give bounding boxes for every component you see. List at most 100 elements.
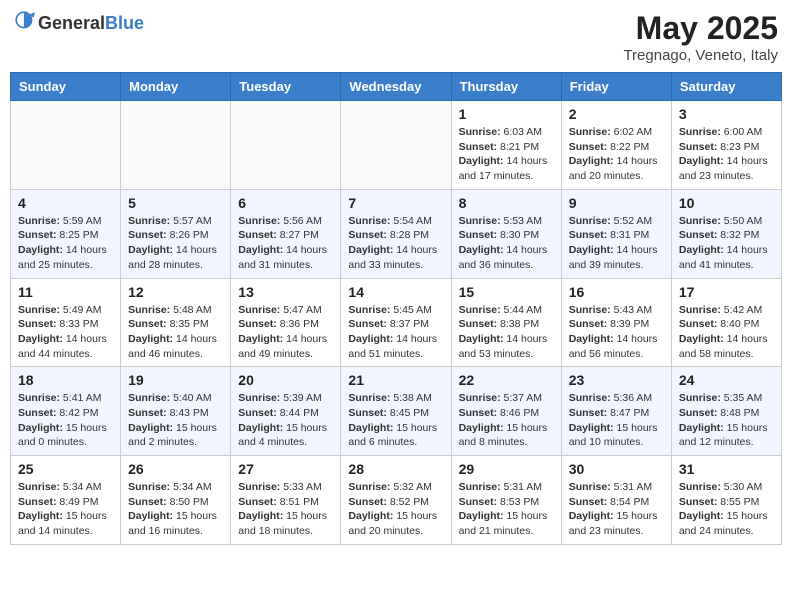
- calendar-cell: 7Sunrise: 5:54 AMSunset: 8:28 PMDaylight…: [341, 189, 451, 278]
- day-header-friday: Friday: [561, 73, 671, 101]
- day-header-wednesday: Wednesday: [341, 73, 451, 101]
- day-header-sunday: Sunday: [11, 73, 121, 101]
- calendar-cell: 18Sunrise: 5:41 AMSunset: 8:42 PMDayligh…: [11, 367, 121, 456]
- calendar-cell: 26Sunrise: 5:34 AMSunset: 8:50 PMDayligh…: [121, 456, 231, 545]
- day-info: Sunrise: 5:53 AMSunset: 8:30 PMDaylight:…: [459, 214, 554, 273]
- day-number: 15: [459, 284, 554, 300]
- logo: GeneralBlue: [14, 10, 144, 37]
- calendar-cell: 6Sunrise: 5:56 AMSunset: 8:27 PMDaylight…: [231, 189, 341, 278]
- location-title: Tregnago, Veneto, Italy: [623, 47, 778, 64]
- calendar-cell: 15 Sunrise: 5:44 AMSunset: 8:38 PMDayligh…: [451, 278, 561, 367]
- day-number: 25: [18, 461, 113, 477]
- day-info: Sunrise: 5:57 AMSunset: 8:26 PMDaylight:…: [128, 214, 223, 273]
- calendar-cell: 2 Sunrise: 6:02 AMSunset: 8:22 PMDaylight…: [561, 101, 671, 190]
- day-info: Sunrise: 5:34 AMSunset: 8:49 PMDaylight:…: [18, 480, 113, 539]
- day-number: 28: [348, 461, 443, 477]
- day-number: 17: [679, 284, 774, 300]
- calendar-cell: [231, 101, 341, 190]
- day-info: Sunrise: 6:02 AMSunset: 8:22 PMDaylight:…: [569, 125, 664, 184]
- day-number: 30: [569, 461, 664, 477]
- day-number: 8: [459, 195, 554, 211]
- calendar-cell: [11, 101, 121, 190]
- title-block: May 2025 Tregnago, Veneto, Italy: [623, 10, 778, 64]
- day-number: 14: [348, 284, 443, 300]
- day-info: Sunrise: 5:49 AMSunset: 8:33 PMDaylight:…: [18, 303, 113, 362]
- day-number: 23: [569, 372, 664, 388]
- calendar-cell: 24 Sunrise: 5:35 AMSunset: 8:48 PMDayligh…: [671, 367, 781, 456]
- day-info: Sunrise: 5:44 AMSunset: 8:38 PMDaylight:…: [459, 303, 554, 362]
- day-number: 20: [238, 372, 333, 388]
- calendar-table: SundayMondayTuesdayWednesdayThursdayFrid…: [10, 72, 782, 545]
- calendar-week-row: 11 Sunrise: 5:49 AMSunset: 8:33 PMDayligh…: [11, 278, 782, 367]
- day-number: 21: [348, 372, 443, 388]
- day-number: 9: [569, 195, 664, 211]
- calendar-cell: 28Sunrise: 5:32 AMSunset: 8:52 PMDayligh…: [341, 456, 451, 545]
- calendar-cell: 3 Sunrise: 6:00 AMSunset: 8:23 PMDaylight…: [671, 101, 781, 190]
- day-info: Sunrise: 6:00 AMSunset: 8:23 PMDaylight:…: [679, 125, 774, 184]
- day-info: Sunrise: 5:31 AMSunset: 8:54 PMDaylight:…: [569, 480, 664, 539]
- calendar-cell: [121, 101, 231, 190]
- day-number: 19: [128, 372, 223, 388]
- day-number: 6: [238, 195, 333, 211]
- day-number: 16: [569, 284, 664, 300]
- day-info: Sunrise: 5:52 AMSunset: 8:31 PMDaylight:…: [569, 214, 664, 273]
- day-number: 27: [238, 461, 333, 477]
- calendar-cell: 29 Sunrise: 5:31 AMSunset: 8:53 PMDayligh…: [451, 456, 561, 545]
- day-number: 13: [238, 284, 333, 300]
- calendar-cell: 27 Sunrise: 5:33 AMSunset: 8:51 PMDayligh…: [231, 456, 341, 545]
- calendar-cell: 9 Sunrise: 5:52 AMSunset: 8:31 PMDaylight…: [561, 189, 671, 278]
- day-number: 18: [18, 372, 113, 388]
- day-info: Sunrise: 5:50 AMSunset: 8:32 PMDaylight:…: [679, 214, 774, 273]
- logo-text-blue: Blue: [105, 13, 144, 33]
- day-info: Sunrise: 5:39 AMSunset: 8:44 PMDaylight:…: [238, 391, 333, 450]
- day-info: Sunrise: 5:43 AMSunset: 8:39 PMDaylight:…: [569, 303, 664, 362]
- calendar-week-row: 4 Sunrise: 5:59 AMSunset: 8:25 PMDaylight…: [11, 189, 782, 278]
- calendar-cell: 10Sunrise: 5:50 AMSunset: 8:32 PMDayligh…: [671, 189, 781, 278]
- day-info: Sunrise: 5:31 AMSunset: 8:53 PMDaylight:…: [459, 480, 554, 539]
- day-number: 29: [459, 461, 554, 477]
- calendar-cell: 20 Sunrise: 5:39 AMSunset: 8:44 PMDayligh…: [231, 367, 341, 456]
- calendar-cell: 1Sunrise: 6:03 AMSunset: 8:21 PMDaylight…: [451, 101, 561, 190]
- day-number: 12: [128, 284, 223, 300]
- calendar-cell: 11 Sunrise: 5:49 AMSunset: 8:33 PMDayligh…: [11, 278, 121, 367]
- day-number: 2: [569, 106, 664, 122]
- calendar-cell: 16 Sunrise: 5:43 AMSunset: 8:39 PMDayligh…: [561, 278, 671, 367]
- day-number: 11: [18, 284, 113, 300]
- day-info: Sunrise: 5:33 AMSunset: 8:51 PMDaylight:…: [238, 480, 333, 539]
- day-number: 24: [679, 372, 774, 388]
- calendar-week-row: 1Sunrise: 6:03 AMSunset: 8:21 PMDaylight…: [11, 101, 782, 190]
- day-number: 5: [128, 195, 223, 211]
- calendar-cell: 23 Sunrise: 5:36 AMSunset: 8:47 PMDayligh…: [561, 367, 671, 456]
- page-header: GeneralBlue May 2025 Tregnago, Veneto, I…: [10, 10, 782, 64]
- day-number: 31: [679, 461, 774, 477]
- calendar-cell: 8 Sunrise: 5:53 AMSunset: 8:30 PMDaylight…: [451, 189, 561, 278]
- day-info: Sunrise: 5:37 AMSunset: 8:46 PMDaylight:…: [459, 391, 554, 450]
- calendar-cell: 25 Sunrise: 5:34 AMSunset: 8:49 PMDayligh…: [11, 456, 121, 545]
- day-info: Sunrise: 5:59 AMSunset: 8:25 PMDaylight:…: [18, 214, 113, 273]
- day-info: Sunrise: 5:42 AMSunset: 8:40 PMDaylight:…: [679, 303, 774, 362]
- calendar-cell: 31 Sunrise: 5:30 AMSunset: 8:55 PMDayligh…: [671, 456, 781, 545]
- calendar-cell: 21 Sunrise: 5:38 AMSunset: 8:45 PMDayligh…: [341, 367, 451, 456]
- day-info: Sunrise: 5:38 AMSunset: 8:45 PMDaylight:…: [348, 391, 443, 450]
- day-number: 1: [459, 106, 554, 122]
- calendar-week-row: 18Sunrise: 5:41 AMSunset: 8:42 PMDayligh…: [11, 367, 782, 456]
- calendar-cell: 12 Sunrise: 5:48 AMSunset: 8:35 PMDayligh…: [121, 278, 231, 367]
- day-info: Sunrise: 5:47 AMSunset: 8:36 PMDaylight:…: [238, 303, 333, 362]
- calendar-cell: 5 Sunrise: 5:57 AMSunset: 8:26 PMDaylight…: [121, 189, 231, 278]
- day-info: Sunrise: 5:54 AMSunset: 8:28 PMDaylight:…: [348, 214, 443, 273]
- day-number: 4: [18, 195, 113, 211]
- calendar-cell: 14Sunrise: 5:45 AMSunset: 8:37 PMDayligh…: [341, 278, 451, 367]
- calendar-cell: 30 Sunrise: 5:31 AMSunset: 8:54 PMDayligh…: [561, 456, 671, 545]
- day-info: Sunrise: 5:36 AMSunset: 8:47 PMDaylight:…: [569, 391, 664, 450]
- day-header-thursday: Thursday: [451, 73, 561, 101]
- day-info: Sunrise: 5:48 AMSunset: 8:35 PMDaylight:…: [128, 303, 223, 362]
- day-number: 3: [679, 106, 774, 122]
- day-header-monday: Monday: [121, 73, 231, 101]
- day-info: Sunrise: 5:30 AMSunset: 8:55 PMDaylight:…: [679, 480, 774, 539]
- day-number: 22: [459, 372, 554, 388]
- day-header-tuesday: Tuesday: [231, 73, 341, 101]
- calendar-cell: 17 Sunrise: 5:42 AMSunset: 8:40 PMDayligh…: [671, 278, 781, 367]
- day-info: Sunrise: 5:35 AMSunset: 8:48 PMDaylight:…: [679, 391, 774, 450]
- calendar-cell: [341, 101, 451, 190]
- calendar-week-row: 25 Sunrise: 5:34 AMSunset: 8:49 PMDayligh…: [11, 456, 782, 545]
